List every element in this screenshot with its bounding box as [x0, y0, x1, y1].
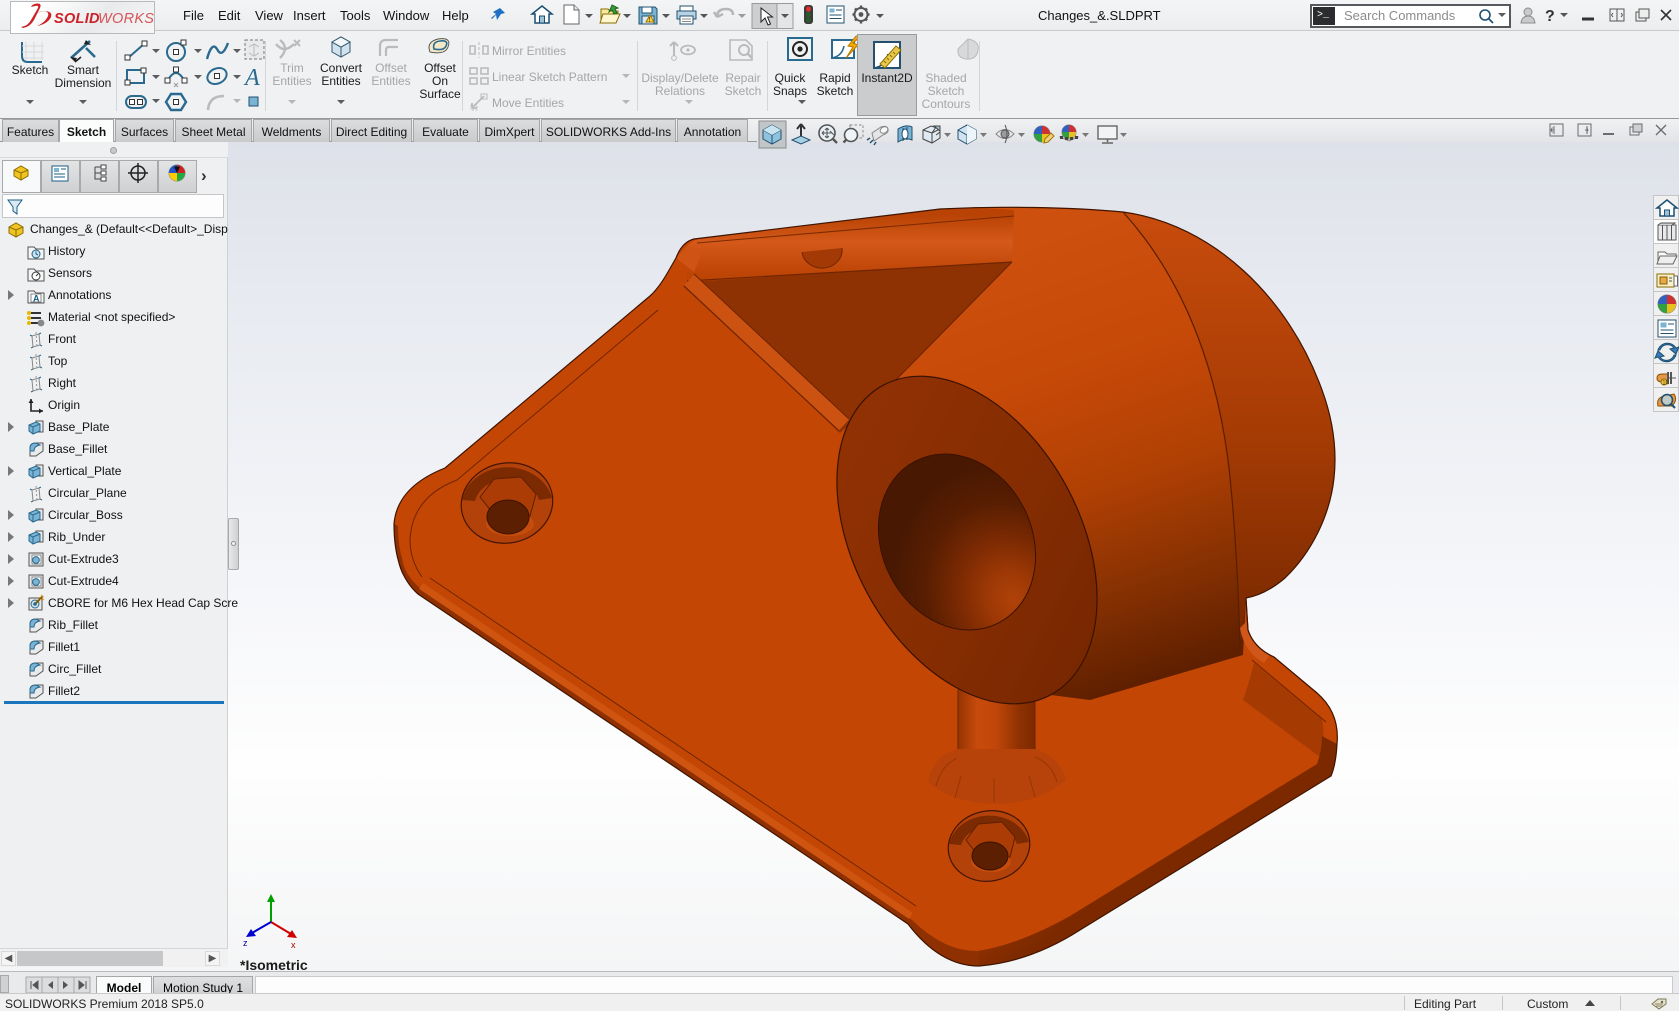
svg-text:z: z [243, 938, 248, 948]
svg-text:A: A [33, 294, 40, 304]
svg-text:*Isometric: *Isometric [240, 957, 308, 972]
svg-text:?: ? [1545, 8, 1555, 25]
svg-text:!: ! [649, 18, 651, 24]
svg-text:SOLID: SOLID [54, 11, 100, 27]
svg-text:10: 10 [1662, 381, 1669, 387]
svg-text:A: A [243, 65, 260, 90]
svg-text:WORKS: WORKS [98, 11, 154, 27]
svg-text:x: x [291, 940, 296, 950]
